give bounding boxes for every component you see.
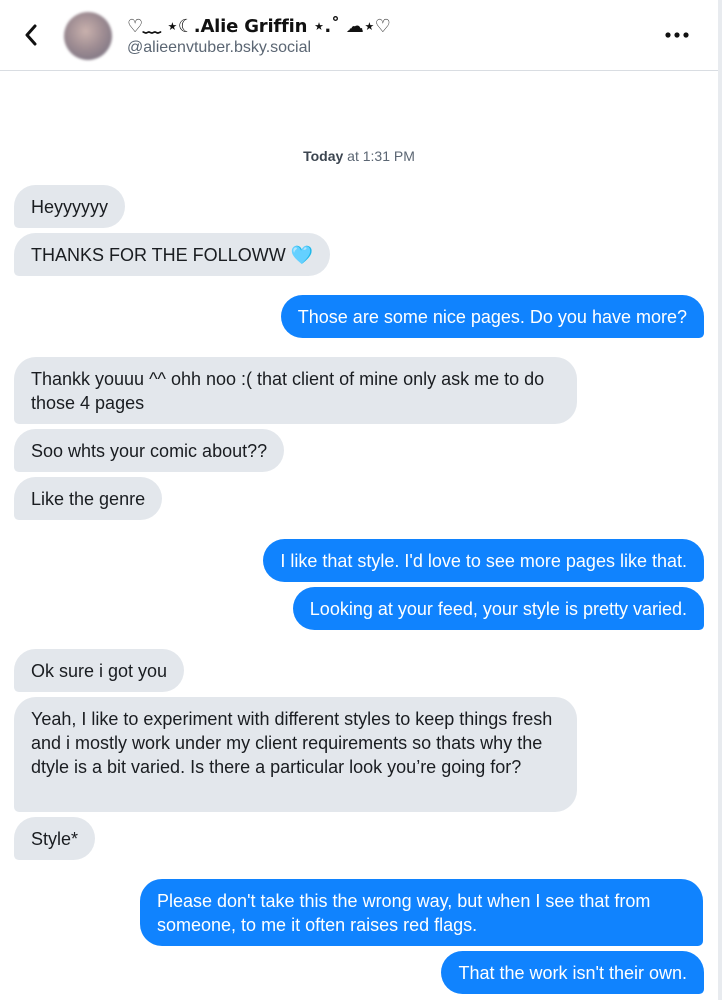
message-bubble-received[interactable]: Heyyyyyy [14, 185, 126, 228]
message-bubble-received[interactable]: Yeah, I like to experiment with differen… [14, 697, 577, 812]
message-bubble-sent[interactable]: Those are some nice pages. Do you have m… [280, 295, 704, 338]
message-bubble-received[interactable]: Ok sure i got you [14, 649, 185, 692]
message-bubble-received[interactable]: Style* [14, 817, 96, 860]
window-edge [718, 0, 722, 1000]
ellipsis-icon [665, 32, 689, 38]
message-bubble-sent[interactable]: That the work isn't their own. [441, 951, 704, 994]
avatar[interactable] [64, 12, 112, 60]
message-text: Those are some nice pages. Do you have m… [297, 307, 687, 327]
contact-handle[interactable]: @alieenvtuber.bsky.social [127, 39, 311, 57]
message-bubble-sent[interactable]: Looking at your feed, your style is pret… [292, 587, 704, 630]
message-text: That the work isn't their own. [458, 963, 687, 983]
message-bubble-sent[interactable]: I like that style. I'd love to see more … [263, 539, 704, 582]
message-text: Style* [31, 829, 79, 849]
conversation-header: ♡︎﹏ ⋆☾.Alie Griffin ⋆.˚ ☁︎⋆♡ @alieenvtub… [0, 0, 718, 71]
message-text: Thankk youuu ^^ ohh noo :( that client o… [31, 369, 545, 413]
chevron-left-icon [25, 24, 37, 46]
message-text: Like the genre [31, 489, 146, 509]
back-button[interactable] [18, 22, 44, 48]
message-bubble-received[interactable]: Soo whts your comic about?? [14, 429, 285, 472]
message-text: Ok sure i got you [31, 661, 168, 681]
message-bubble-received[interactable]: THANKS FOR THE FOLLOWW 🩵 [14, 233, 331, 276]
timestamp-time: at 1:31 PM [343, 148, 415, 164]
message-text: I like that style. I'd love to see more … [280, 551, 687, 571]
message-bubble-received[interactable]: Like the genre [14, 477, 163, 520]
message-text: Please don't take this the wrong way, bu… [157, 891, 651, 935]
message-text: Looking at your feed, your style is pret… [309, 599, 687, 619]
timestamp-day: Today [303, 148, 344, 164]
message-text: Heyyyyyy [31, 197, 109, 217]
message-bubble-sent[interactable]: Please don't take this the wrong way, bu… [140, 879, 703, 946]
message-bubble-received[interactable]: Thankk youuu ^^ ohh noo :( that client o… [14, 357, 577, 424]
contact-display-name[interactable]: ♡︎﹏ ⋆☾.Alie Griffin ⋆.˚ ☁︎⋆♡ [127, 12, 391, 38]
message-text: THANKS FOR THE FOLLOWW 🩵 [31, 245, 314, 265]
message-text: Soo whts your comic about?? [31, 441, 268, 461]
message-text: Yeah, I like to experiment with differen… [31, 709, 553, 777]
more-options-button[interactable] [660, 22, 694, 48]
message-timestamp: Today at 1:31 PM [0, 148, 718, 164]
